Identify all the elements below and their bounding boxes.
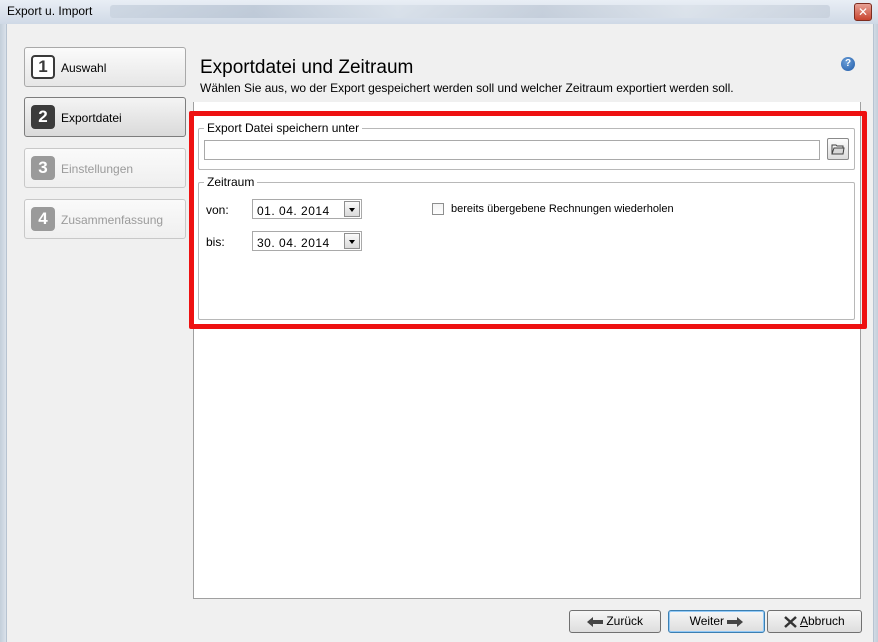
close-icon: ✕: [857, 5, 869, 19]
titlebar-blur: [110, 5, 830, 18]
step-number: 3: [31, 156, 55, 180]
cancel-button[interactable]: Abbruch: [767, 610, 862, 633]
bis-date-picker[interactable]: 30. 04. 2014: [252, 231, 362, 251]
export-path-input[interactable]: [204, 140, 820, 160]
step-number: 2: [31, 105, 55, 129]
von-date-value: 01. 04. 2014: [257, 204, 330, 218]
window-titlebar: Export u. Import ✕: [0, 0, 878, 25]
von-date-picker[interactable]: 01. 04. 2014: [252, 199, 362, 219]
bis-label: bis:: [206, 235, 225, 249]
step-einstellungen: 3 Einstellungen: [24, 148, 186, 188]
step-auswahl[interactable]: 1 Auswahl: [24, 47, 186, 87]
help-icon[interactable]: ?: [841, 57, 855, 71]
next-button[interactable]: Weiter: [668, 610, 765, 633]
chevron-down-icon[interactable]: [344, 233, 360, 249]
chevron-down-icon[interactable]: [344, 201, 360, 217]
repeat-invoices-checkbox[interactable]: [432, 203, 444, 215]
browse-folder-button[interactable]: [827, 138, 849, 160]
close-window-button[interactable]: ✕: [854, 3, 872, 21]
von-label: von:: [206, 203, 229, 217]
cancel-button-label: Abbruch: [800, 614, 845, 628]
zeitraum-legend: Zeitraum: [204, 175, 258, 189]
step-number: 1: [31, 55, 55, 79]
back-button-label: Zurück: [606, 614, 644, 628]
next-button-label: Weiter: [689, 614, 725, 628]
step-number: 4: [31, 207, 55, 231]
export-file-legend: Export Datei speichern unter: [204, 121, 363, 135]
step-label: Einstellungen: [61, 162, 134, 176]
back-button[interactable]: Zurück: [569, 610, 661, 633]
page-title: Exportdatei und Zeitraum: [200, 57, 414, 78]
repeat-invoices-label: bereits übergebene Rechnungen wiederhole…: [451, 203, 674, 215]
step-label: Zusammenfassung: [61, 213, 164, 227]
step-label: Auswahl: [61, 61, 107, 75]
step-exportdatei[interactable]: 2 Exportdatei: [24, 97, 186, 137]
bis-date-value: 30. 04. 2014: [257, 236, 330, 250]
cancel-label-rest: bbruch: [807, 614, 845, 628]
step-label: Exportdatei: [61, 111, 122, 125]
arrow-left-icon: [586, 616, 603, 627]
cancel-mnemonic: A: [799, 614, 808, 628]
page-description: Wählen Sie aus, wo der Export gespeicher…: [200, 81, 734, 95]
close-icon: [784, 615, 798, 628]
step-zusammenfassung: 4 Zusammenfassung: [24, 199, 186, 239]
window-title: Export u. Import: [7, 4, 93, 18]
arrow-right-icon: [727, 616, 744, 627]
folder-icon: [831, 144, 845, 155]
